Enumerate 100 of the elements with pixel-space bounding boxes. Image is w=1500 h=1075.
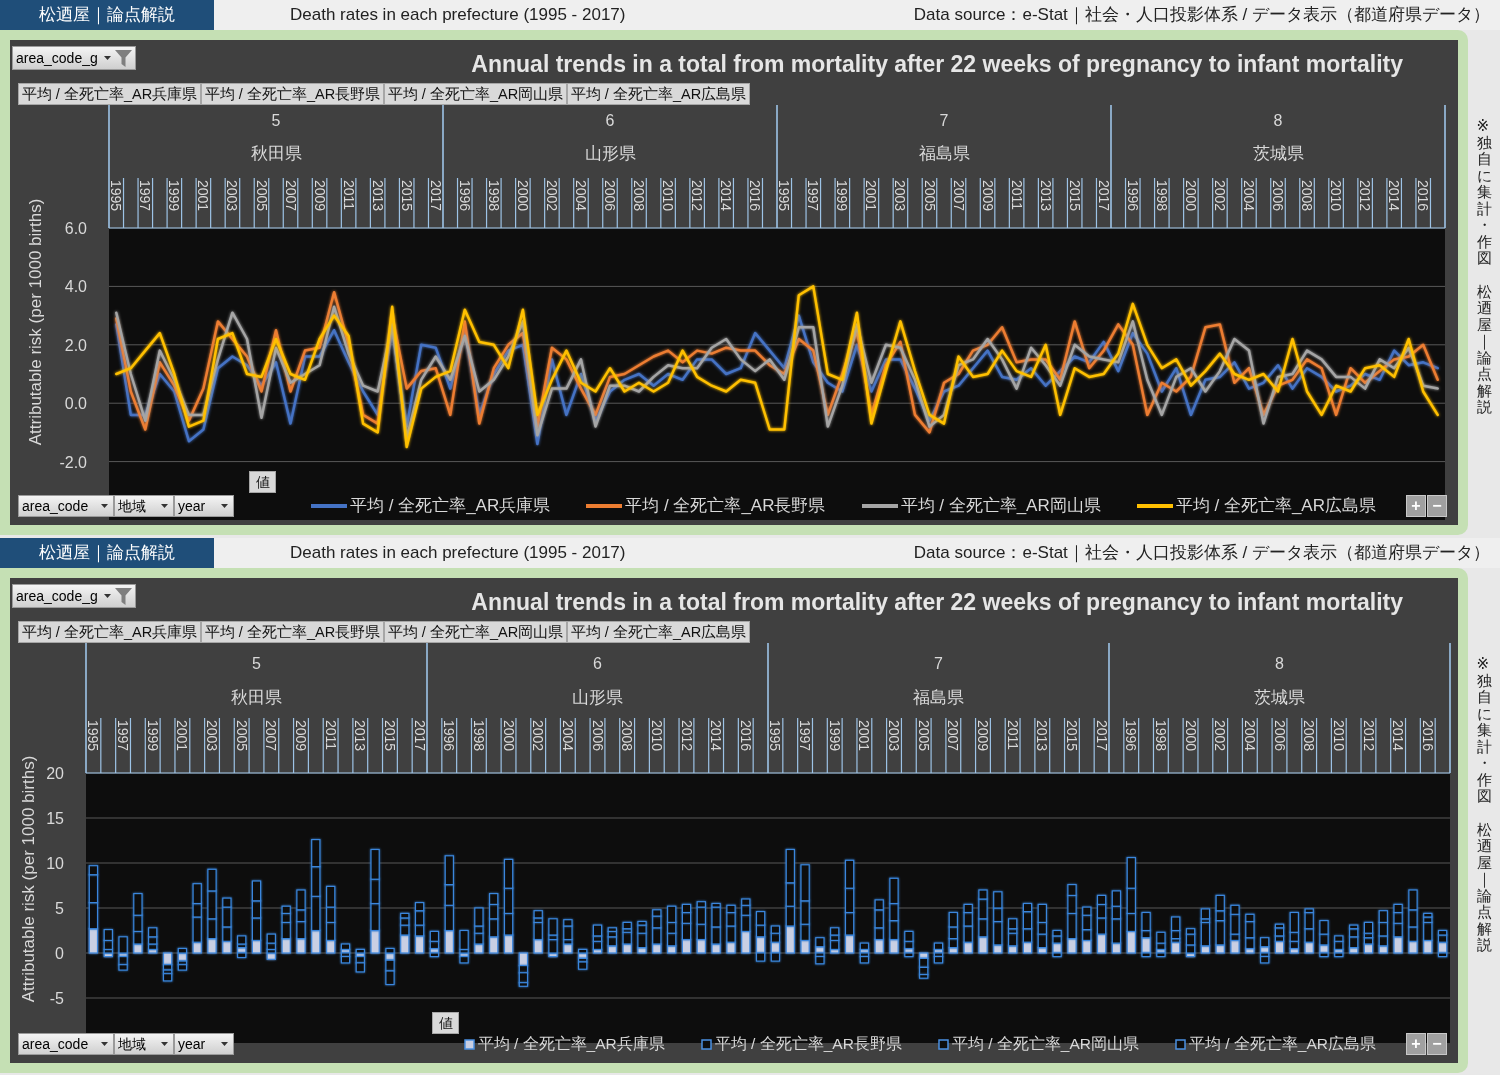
year-tick-label: 2002 (543, 180, 560, 212)
year-tick-label: 2015 (381, 720, 398, 752)
year-tick-label: 2016 (1415, 180, 1432, 212)
side-note: ※独自に集計・作図 (1476, 656, 1492, 805)
year-tick-label: 2003 (886, 720, 902, 752)
year-tick-label: 2010 (660, 180, 677, 212)
year-tick-label: 2004 (573, 180, 589, 212)
legend-label: 平均 / 全死亡率_AR広島県 (1188, 1034, 1376, 1055)
year-tick-label: 2009 (979, 180, 996, 212)
year-tick-label: 1997 (805, 180, 822, 212)
axis-tick-label: 15 (46, 810, 64, 827)
year-tick-label: 2000 (500, 720, 517, 752)
year-tick-label: 2006 (602, 180, 618, 212)
year-tick-label: 2010 (1328, 180, 1345, 212)
group-code-label: 5 (271, 112, 281, 129)
year-tick-label: 2004 (1241, 720, 1258, 752)
group-code-label: 8 (1273, 112, 1283, 129)
year-tick-label: 1996 (1123, 720, 1140, 752)
year-tick-label: 2014 (718, 180, 735, 212)
year-tick-label: 1999 (144, 720, 161, 752)
year-tick-label: 2013 (352, 720, 369, 752)
year-tick-label: 2011 (340, 180, 357, 211)
year-tick-label: 2008 (1299, 180, 1315, 212)
axis-tick-label: 20 (46, 765, 64, 782)
group-code-label: 7 (939, 112, 949, 129)
year-tick-label: 1998 (1153, 180, 1170, 212)
year-tick-label: 1996 (1124, 180, 1141, 212)
year-tick-label: 2007 (263, 720, 280, 752)
year-tick-label: 2017 (411, 720, 428, 752)
group-name-label: 秋田県 (250, 144, 302, 163)
year-tick-label: 2006 (1270, 180, 1286, 212)
year-tick-label: 2003 (892, 180, 909, 212)
year-tick-label: 2009 (311, 180, 328, 212)
data-source-label: Data source：e-Stat｜社会・人口投影体系 / データ表示（都道府県データ） (913, 542, 1490, 565)
year-tick-label: 2016 (737, 720, 754, 752)
year-tick-label: 2002 (1212, 720, 1229, 752)
year-tick-label: 1995 (776, 180, 793, 212)
year-tick-label: 2001 (856, 720, 873, 752)
axis-tick-label: 0 (55, 945, 64, 962)
axis-tick-label: 6.0 (64, 220, 87, 237)
year-tick-label: 1996 (456, 180, 473, 212)
year-tick-label: 2013 (369, 180, 386, 212)
group-name-label: 福島県 (913, 688, 964, 707)
year-tick-label: 2001 (174, 720, 191, 752)
side-note: ※独自に集計・作図 (1476, 118, 1492, 267)
group-code-label: 6 (593, 655, 602, 672)
year-tick-label: 1995 (767, 720, 784, 752)
year-tick-label: 2000 (1182, 720, 1199, 752)
side-note: 松迺屋｜論点解説 (1476, 821, 1492, 954)
year-tick-label: 1997 (115, 720, 132, 752)
year-tick-label: 2014 (1390, 720, 1407, 752)
year-tick-label: 2007 (950, 180, 967, 212)
legend-label: 平均 / 全死亡率_AR岡山県 (900, 495, 1101, 518)
year-tick-label: 2011 (1008, 180, 1025, 211)
brand-label: 松迺屋｜論点解説 (0, 538, 214, 568)
year-tick-label: 2008 (619, 720, 636, 752)
year-tick-label: 2012 (1360, 720, 1377, 752)
group-code-label: 6 (605, 112, 615, 129)
group-name-label: 山形県 (572, 688, 623, 707)
legend-label: 平均 / 全死亡率_AR長野県 (625, 495, 826, 518)
year-tick-label: 2004 (559, 720, 576, 752)
year-tick-label: 2014 (1386, 180, 1403, 212)
year-tick-label: 2004 (1241, 180, 1257, 212)
year-tick-label: 1999 (166, 180, 183, 212)
axis-tick-label: 5 (55, 900, 64, 917)
axis-tick-label: 0.0 (64, 395, 87, 413)
year-tick-label: 2006 (589, 720, 606, 752)
year-tick-label: 2016 (747, 180, 764, 212)
year-tick-label: 2003 (204, 720, 220, 752)
year-tick-label: 2015 (1066, 180, 1083, 212)
year-tick-label: 2017 (1093, 720, 1110, 752)
group-name-label: 福島県 (918, 144, 970, 163)
year-tick-label: 2000 (1182, 180, 1199, 212)
year-tick-label: 2001 (195, 180, 212, 212)
year-tick-label: 1998 (485, 180, 502, 212)
year-tick-label: 2006 (1271, 720, 1288, 752)
year-tick-label: 2013 (1037, 180, 1054, 212)
year-tick-label: 1999 (826, 720, 843, 752)
year-tick-label: 2005 (915, 720, 932, 752)
year-tick-label: 2010 (648, 720, 665, 752)
legend-label: 平均 / 全死亡率_AR長野県 (714, 1034, 902, 1055)
group-code-label: 5 (252, 655, 261, 672)
data-source-label: Data source：e-Stat｜社会・人口投影体系 / データ表示（都道府県データ） (913, 4, 1490, 27)
axis-tick-label: 4.0 (64, 278, 87, 296)
year-tick-label: 2010 (1330, 720, 1347, 752)
group-name-label: 山形県 (584, 144, 636, 163)
year-tick-label: 2009 (975, 720, 991, 752)
year-tick-label: 1995 (108, 180, 125, 212)
group-code-label: 7 (934, 655, 943, 672)
year-tick-label: 2015 (1063, 720, 1080, 752)
axis-title: Attributable risk (per 1000 births) (18, 755, 38, 1003)
year-tick-label: 2002 (530, 720, 547, 752)
header-title: Death rates in each prefecture (1995 - 2017) (290, 4, 626, 27)
year-tick-label: 2005 (253, 180, 270, 212)
year-tick-label: 1998 (1152, 720, 1169, 752)
year-tick-label: 2015 (398, 180, 415, 212)
year-tick-label: 2000 (514, 180, 531, 212)
year-tick-label: 2017 (1095, 180, 1112, 212)
legend-label: 平均 / 全死亡率_AR兵庫県 (477, 1034, 665, 1055)
year-tick-label: 2002 (1211, 180, 1228, 212)
